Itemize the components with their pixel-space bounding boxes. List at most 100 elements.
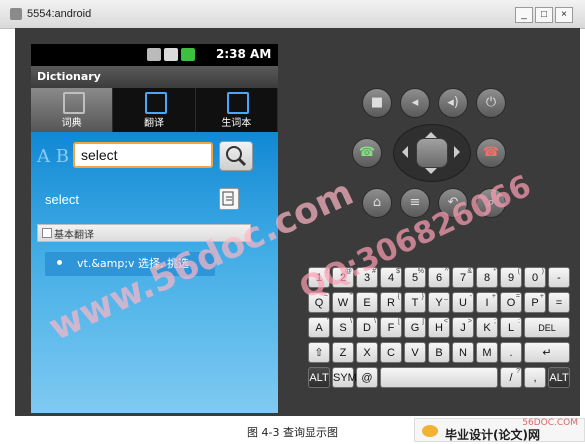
edit-icon: [222, 191, 234, 206]
menu-button[interactable]: ≡: [400, 188, 430, 218]
key-2[interactable]: 2 @: [332, 267, 354, 288]
close-button[interactable]: ×: [555, 7, 573, 23]
emulator-controls: ■ ◂ ◂) ⏻ ☎ ☎ ⌂ ≡ ↶ ⌕ 1 ! 2 @ 3 # 4 $ 5 %…: [300, 28, 580, 416]
key-sym[interactable]: SYM: [332, 367, 357, 388]
dpad-left-icon: [396, 146, 408, 158]
key-k[interactable]: K;: [476, 317, 498, 338]
key-9[interactable]: 9(: [500, 267, 522, 288]
key-n[interactable]: N: [452, 342, 474, 363]
key-3[interactable]: 3 #: [356, 267, 378, 288]
section-checkbox: [42, 228, 52, 238]
section-header: 基本翻译: [37, 224, 251, 242]
network-icon: [147, 48, 161, 61]
key-e[interactable]: E `: [356, 292, 378, 313]
search-input[interactable]: [73, 142, 213, 168]
volume-down-button[interactable]: ◂: [400, 88, 430, 118]
power-button[interactable]: ⏻: [476, 88, 506, 118]
phone-screen: 2:38 AM Dictionary 词典 翻译 生词本 A B C selec…: [31, 44, 278, 413]
status-icons: [147, 48, 195, 61]
camera-button[interactable]: ■: [362, 88, 392, 118]
key-q[interactable]: Q ~: [308, 292, 330, 313]
key-g[interactable]: G]: [404, 317, 426, 338]
volume-up-button[interactable]: ◂): [438, 88, 468, 118]
dpad-up-icon: [425, 126, 437, 138]
key-4[interactable]: 4 $: [380, 267, 402, 288]
camera-icon: ■: [370, 95, 384, 110]
app-title: Dictionary: [37, 70, 101, 83]
tab-translate[interactable]: 翻译: [113, 88, 196, 132]
search-button[interactable]: [219, 141, 253, 171]
app-titlebar: Dictionary: [31, 66, 278, 88]
key-y[interactable]: Y _: [428, 292, 450, 313]
window-titlebar: 5554:android _ □ ×: [0, 0, 585, 29]
status-time: 2:38 AM: [216, 47, 272, 61]
key-s[interactable]: S \: [332, 317, 354, 338]
result-word: select: [45, 192, 79, 207]
key-a[interactable]: A ': [308, 317, 330, 338]
end-call-button[interactable]: ☎: [476, 138, 506, 168]
tab-bar: 词典 翻译 生词本: [31, 88, 278, 132]
key-at[interactable]: @: [356, 367, 378, 388]
tab-dictionary[interactable]: 词典: [31, 88, 114, 132]
key-0[interactable]: 0): [524, 267, 546, 288]
dpad-right-icon: [454, 146, 466, 158]
search-hardware-button[interactable]: ⌕: [476, 188, 506, 218]
key-enter[interactable]: ↵: [524, 342, 570, 363]
translate-icon: [144, 92, 167, 114]
maximize-button[interactable]: □: [535, 7, 553, 23]
key-equals[interactable]: =: [548, 292, 570, 313]
key-b[interactable]: B: [428, 342, 450, 363]
key-v[interactable]: V: [404, 342, 426, 363]
add-to-notebook-button[interactable]: [219, 188, 239, 210]
battery-icon: [181, 48, 195, 61]
dictionary-content: A B C select 基本翻译: [31, 132, 278, 413]
key-period[interactable]: .: [500, 342, 522, 363]
search-hardware-icon: ⌕: [487, 195, 495, 210]
key-slash[interactable]: /?: [500, 367, 522, 388]
notebook-icon: [227, 92, 250, 114]
tab-dictionary-label: 词典: [61, 118, 82, 129]
key-z[interactable]: Z: [332, 342, 354, 363]
definition-bullet: [57, 260, 62, 265]
key-comma[interactable]: ,: [524, 367, 546, 388]
key-h[interactable]: H <: [428, 317, 450, 338]
key-shift[interactable]: ⇧: [308, 342, 330, 363]
key-c[interactable]: C: [380, 342, 402, 363]
emulator-app-icon: [10, 8, 22, 20]
call-button[interactable]: ☎: [352, 138, 382, 168]
key-m[interactable]: M: [476, 342, 498, 363]
key-o[interactable]: O =: [500, 292, 522, 313]
key-l[interactable]: L:: [500, 317, 522, 338]
tab-notebook-label: 生词本: [221, 118, 252, 129]
key-space[interactable]: [380, 367, 498, 388]
back-button[interactable]: ↶: [438, 188, 468, 218]
key-5[interactable]: 5%: [404, 267, 426, 288]
dpad-center-button[interactable]: [416, 138, 448, 168]
key-6[interactable]: 6 ^: [428, 267, 450, 288]
key-i[interactable]: I +: [476, 292, 498, 313]
tab-notebook[interactable]: 生词本: [195, 88, 278, 132]
key-p[interactable]: P +: [524, 292, 546, 313]
key-j[interactable]: J >: [452, 317, 474, 338]
key-d[interactable]: D \: [356, 317, 378, 338]
home-button[interactable]: ⌂: [362, 188, 392, 218]
brand-name: 毕业设计(论文)网: [445, 428, 540, 442]
key-x[interactable]: X: [356, 342, 378, 363]
key-r[interactable]: R{: [380, 292, 402, 313]
key-minus[interactable]: -: [548, 267, 570, 288]
call-icon: ☎: [358, 145, 376, 160]
key-delete[interactable]: DEL: [524, 317, 570, 338]
key-t[interactable]: T}: [404, 292, 426, 313]
key-1[interactable]: 1!: [308, 267, 330, 288]
dictionary-icon: [62, 92, 85, 114]
home-icon: ⌂: [372, 195, 382, 210]
key-alt-right[interactable]: ALT: [548, 367, 570, 388]
hardware-keyboard: 1! 2 @ 3 # 4 $ 5% 6 ^ 7 & 8 * 9( 0) - Q ~ W " E `…: [308, 267, 570, 413]
minimize-button[interactable]: _: [515, 7, 533, 23]
key-f[interactable]: F[: [380, 317, 402, 338]
key-w[interactable]: W ": [332, 292, 354, 313]
key-u[interactable]: U-: [452, 292, 474, 313]
key-alt-left[interactable]: ALT: [308, 367, 330, 388]
key-8[interactable]: 8 *: [476, 267, 498, 288]
key-7[interactable]: 7 &: [452, 267, 474, 288]
